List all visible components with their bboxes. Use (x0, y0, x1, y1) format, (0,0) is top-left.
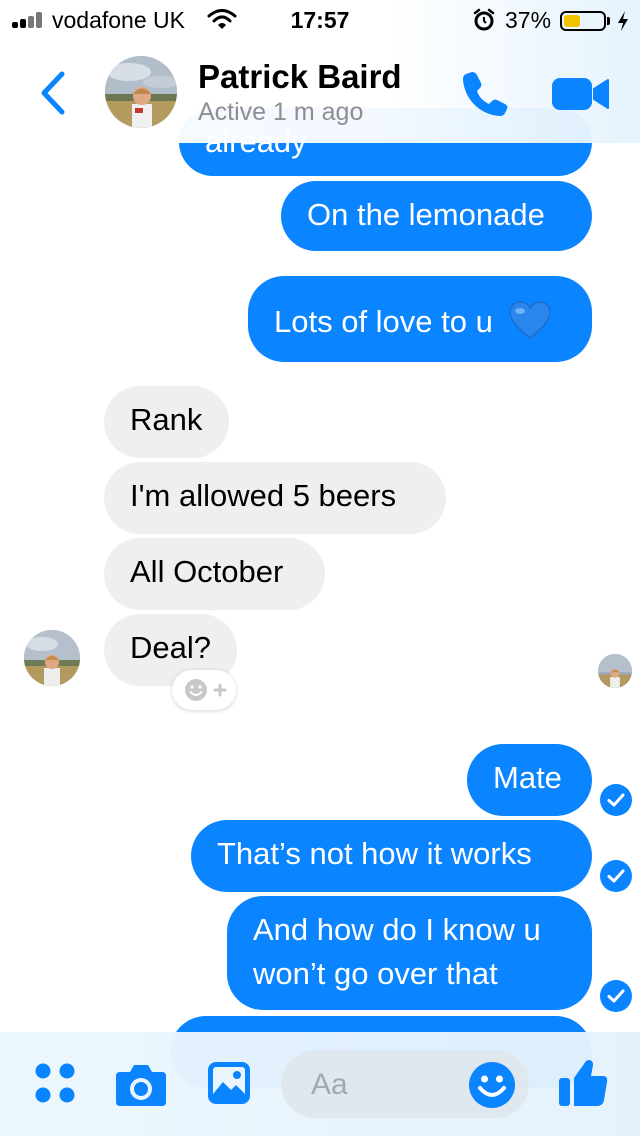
message-text: Lots of love to u (274, 304, 493, 340)
message-composer: Aa (0, 1032, 640, 1136)
message-bubble-outgoing[interactable]: On the lemonade (281, 181, 592, 251)
message-text: Rank (130, 402, 203, 437)
message-input[interactable]: Aa (281, 1050, 529, 1118)
add-reaction-icon (185, 679, 227, 701)
message-bubble-outgoing[interactable]: And how do I know u won’t go over that (227, 896, 592, 1010)
delivered-check-icon (600, 784, 632, 816)
contact-name[interactable]: Patrick Baird (198, 58, 402, 96)
gallery-button[interactable] (206, 1060, 252, 1111)
message-text: Mate (493, 760, 562, 795)
battery-icon (560, 11, 606, 31)
apps-grid-icon (35, 1063, 75, 1103)
apps-button[interactable] (32, 1060, 78, 1111)
add-reaction-button[interactable] (172, 670, 236, 710)
message-text: And how do I know u won’t go over that (253, 912, 541, 991)
message-bubble-incoming[interactable]: I'm allowed 5 beers (104, 462, 446, 534)
back-chevron-icon (41, 71, 65, 115)
message-input-placeholder: Aa (311, 1068, 348, 1101)
message-text: I'm allowed 5 beers (130, 478, 397, 513)
message-bubble-outgoing[interactable]: Mate (467, 744, 592, 816)
voice-call-button[interactable] (458, 66, 512, 120)
camera-button[interactable] (114, 1062, 168, 1113)
message-text: On the lemonade (307, 197, 545, 232)
emoji-smiley-icon (469, 1062, 515, 1108)
charging-bolt-icon (616, 10, 630, 37)
delivered-check-icon (600, 980, 632, 1012)
camera-icon (116, 1065, 166, 1106)
phone-icon (463, 72, 508, 116)
like-button[interactable] (556, 1056, 610, 1115)
message-list[interactable]: already On the lemonade Lots of love to … (0, 0, 640, 1136)
battery-tip (607, 17, 610, 25)
sender-avatar[interactable] (24, 630, 80, 686)
avatar[interactable] (105, 56, 177, 128)
status-bar: vodafone UK 17:57 37% (0, 0, 640, 40)
gallery-icon (208, 1062, 250, 1104)
emoji-button[interactable] (467, 1060, 517, 1115)
video-call-button[interactable] (550, 72, 612, 116)
message-bubble-outgoing[interactable]: That’s not how it works (191, 820, 592, 892)
message-text: That’s not how it works (217, 836, 532, 871)
alarm-icon (472, 8, 496, 37)
thumbs-up-icon (559, 1060, 608, 1106)
message-text: All October (130, 554, 284, 589)
video-camera-icon (552, 78, 609, 110)
message-bubble-incoming[interactable]: All October (104, 538, 325, 610)
delivered-check-icon (600, 860, 632, 892)
message-bubble-incoming[interactable]: Rank (104, 386, 229, 458)
blue-heart-icon (508, 300, 552, 348)
battery-percentage: 37% (505, 7, 552, 33)
message-bubble-outgoing[interactable]: Lots of love to u (248, 276, 592, 362)
contact-active-status: Active 1 m ago (198, 98, 364, 126)
message-text: Deal? (130, 630, 211, 665)
back-button[interactable] (34, 70, 74, 116)
seen-indicator-avatar (598, 654, 632, 688)
